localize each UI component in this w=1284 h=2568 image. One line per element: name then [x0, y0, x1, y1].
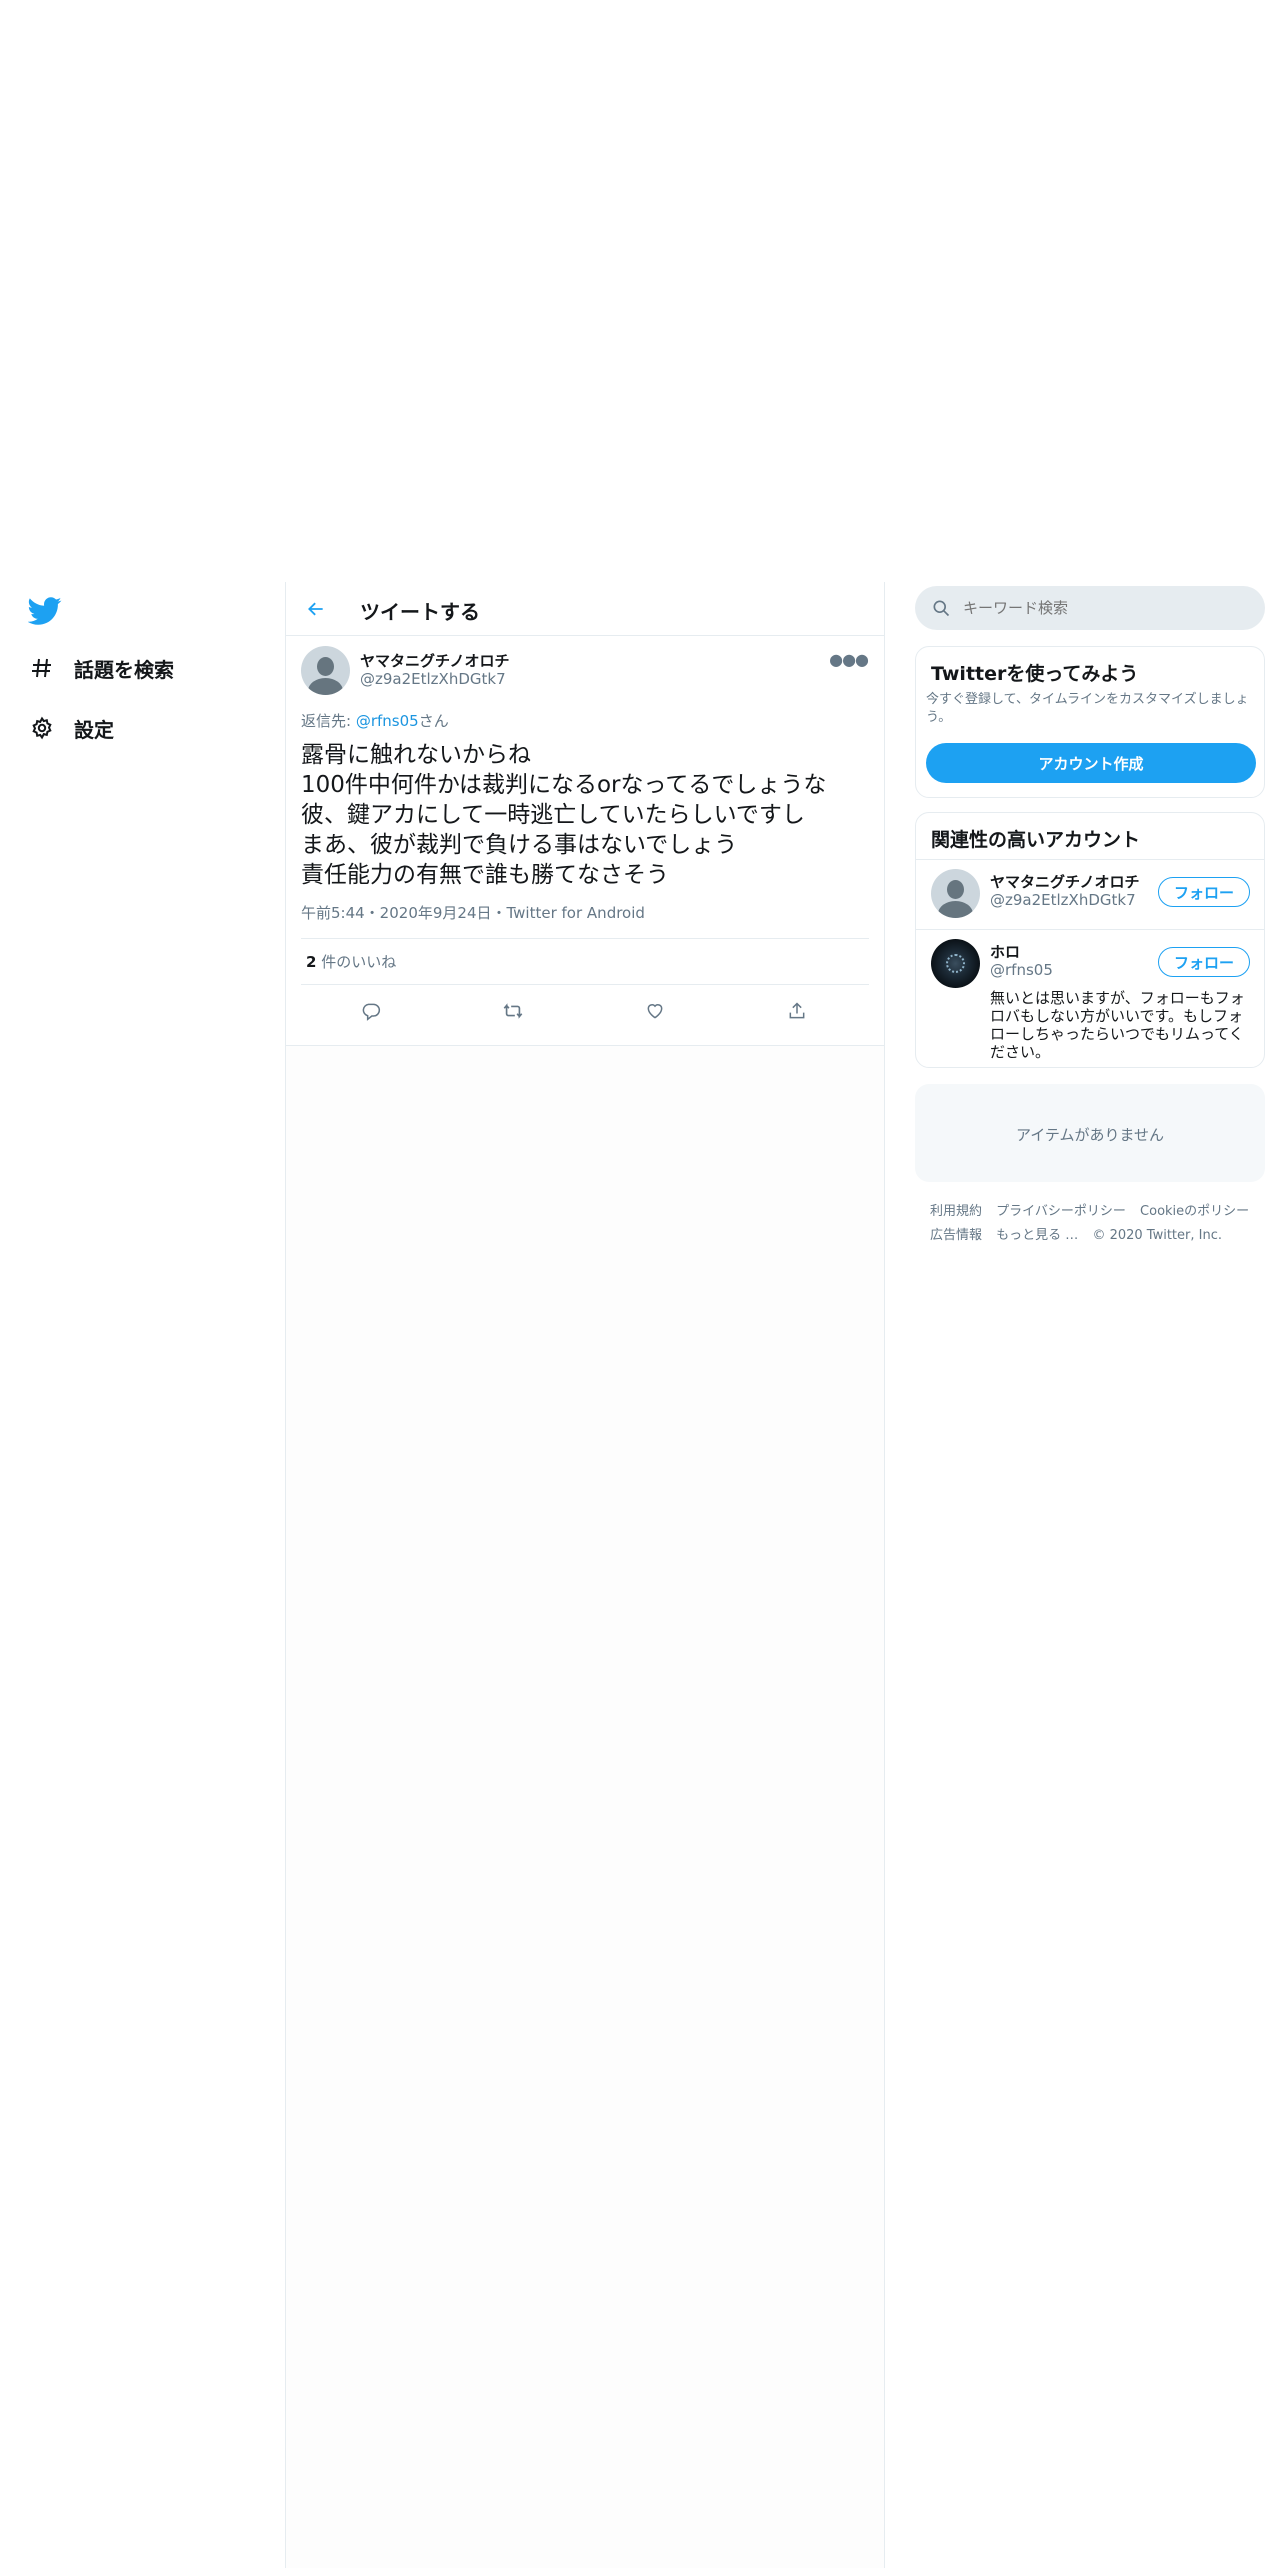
footer-link-cookies[interactable]: Cookieのポリシー [1140, 1204, 1249, 1219]
twitter-logo-icon[interactable] [27, 594, 62, 628]
tweet-text: 露骨に触れないからね 100件中何件かは裁判になるorなってるでしょうな 彼、鍵… [301, 742, 827, 888]
account-handle[interactable]: @rfns05 [990, 961, 1053, 979]
tweet-meta[interactable]: 午前5:44・2020年9月24日・Twitter for Android [301, 902, 645, 923]
like-icon[interactable] [642, 998, 668, 1024]
empty-message: アイテムがありません [1015, 1126, 1165, 1144]
search-box[interactable] [915, 586, 1265, 630]
avatar[interactable] [301, 646, 350, 695]
likes-count[interactable]: 2 件のいいね [306, 951, 396, 972]
divider [301, 984, 869, 985]
account-name[interactable]: ヤマタニグチノオロチ [990, 871, 1140, 892]
more-icon[interactable]: ●●● [829, 650, 869, 669]
footer: 利用規約 プライバシーポリシー Cookieのポリシー 広告情報 もっと見る …… [930, 1200, 1260, 1248]
search-input[interactable] [963, 586, 1243, 630]
page-title: ツイートする [360, 600, 480, 624]
main-header: ツイートする [286, 582, 884, 636]
follow-button[interactable]: フォロー [1158, 947, 1250, 977]
footer-link-privacy[interactable]: プライバシーポリシー [996, 1204, 1126, 1219]
signup-description: 今すぐ登録して、タイムラインをカスタマイズしましょう。 [926, 692, 1249, 725]
back-arrow-icon[interactable] [300, 593, 332, 625]
reply-to: 返信先: @rfns05さん [301, 710, 449, 731]
nav-item-label: 話題を検索 [74, 657, 174, 682]
gear-icon [28, 714, 56, 742]
reply-icon[interactable] [358, 998, 384, 1024]
main-column: ツイートする ヤマタニグチノオロチ @z9a2EtlzXhDGtk7 ●●● 返… [285, 582, 885, 2568]
related-title: 関連性の高いアカウント [931, 829, 1141, 851]
hashtag-icon [28, 654, 56, 682]
follow-button[interactable]: フォロー [1158, 877, 1250, 907]
tweet[interactable]: ヤマタニグチノオロチ @z9a2EtlzXhDGtk7 ●●● 返信先: @rf… [286, 636, 884, 1046]
left-nav: 話題を検索 設定 [0, 582, 285, 2568]
account-bio: 無いとは思いますが、フォローもフォロバもしない方がいいです。もしフォローしちゃっ… [990, 989, 1245, 1061]
app: 話題を検索 設定 ツイートする ヤマタニグチノオロチ @z9a2EtlzXhDG… [0, 582, 1284, 2568]
footer-link-terms[interactable]: 利用規約 [930, 1204, 982, 1219]
footer-link-more[interactable]: もっと見る … [996, 1228, 1078, 1243]
avatar[interactable] [931, 939, 980, 988]
account-handle[interactable]: @z9a2EtlzXhDGtk7 [990, 891, 1136, 909]
signup-card: Twitterを使ってみよう 今すぐ登録して、タイムラインをカスタマイズしましょ… [915, 646, 1265, 798]
avatar[interactable] [931, 869, 980, 918]
divider [916, 929, 1264, 930]
retweet-icon[interactable] [500, 998, 526, 1024]
trends-card: アイテムがありません [915, 1084, 1265, 1182]
share-icon[interactable] [784, 998, 810, 1024]
footer-link-ads[interactable]: 広告情報 [930, 1228, 982, 1243]
reply-suffix: さん [418, 712, 449, 730]
create-account-button[interactable]: アカウント作成 [926, 743, 1256, 783]
divider [916, 859, 1264, 860]
likes-label: 件のいいね [316, 953, 397, 971]
account-name[interactable]: ホロ [990, 941, 1020, 962]
nav-item-explore[interactable]: 話題を検索 [28, 646, 174, 690]
related-accounts-card: 関連性の高いアカウント ヤマタニグチノオロチ @z9a2EtlzXhDGtk7 … [915, 812, 1265, 1068]
tweet-author-name[interactable]: ヤマタニグチノオロチ [360, 650, 510, 671]
signup-title: Twitterを使ってみよう [931, 663, 1139, 685]
nav-item-settings[interactable]: 設定 [28, 706, 114, 750]
tweet-author-handle[interactable]: @z9a2EtlzXhDGtk7 [360, 670, 506, 688]
reply-to-link[interactable]: @rfns05 [356, 712, 419, 730]
footer-copyright: © 2020 Twitter, Inc. [1092, 1228, 1222, 1243]
tweet-actions [286, 986, 884, 1036]
likes-number: 2 [306, 953, 317, 971]
nav-item-label: 設定 [74, 717, 114, 742]
search-icon [931, 598, 951, 622]
reply-prefix: 返信先: [301, 712, 356, 730]
divider [301, 938, 869, 939]
